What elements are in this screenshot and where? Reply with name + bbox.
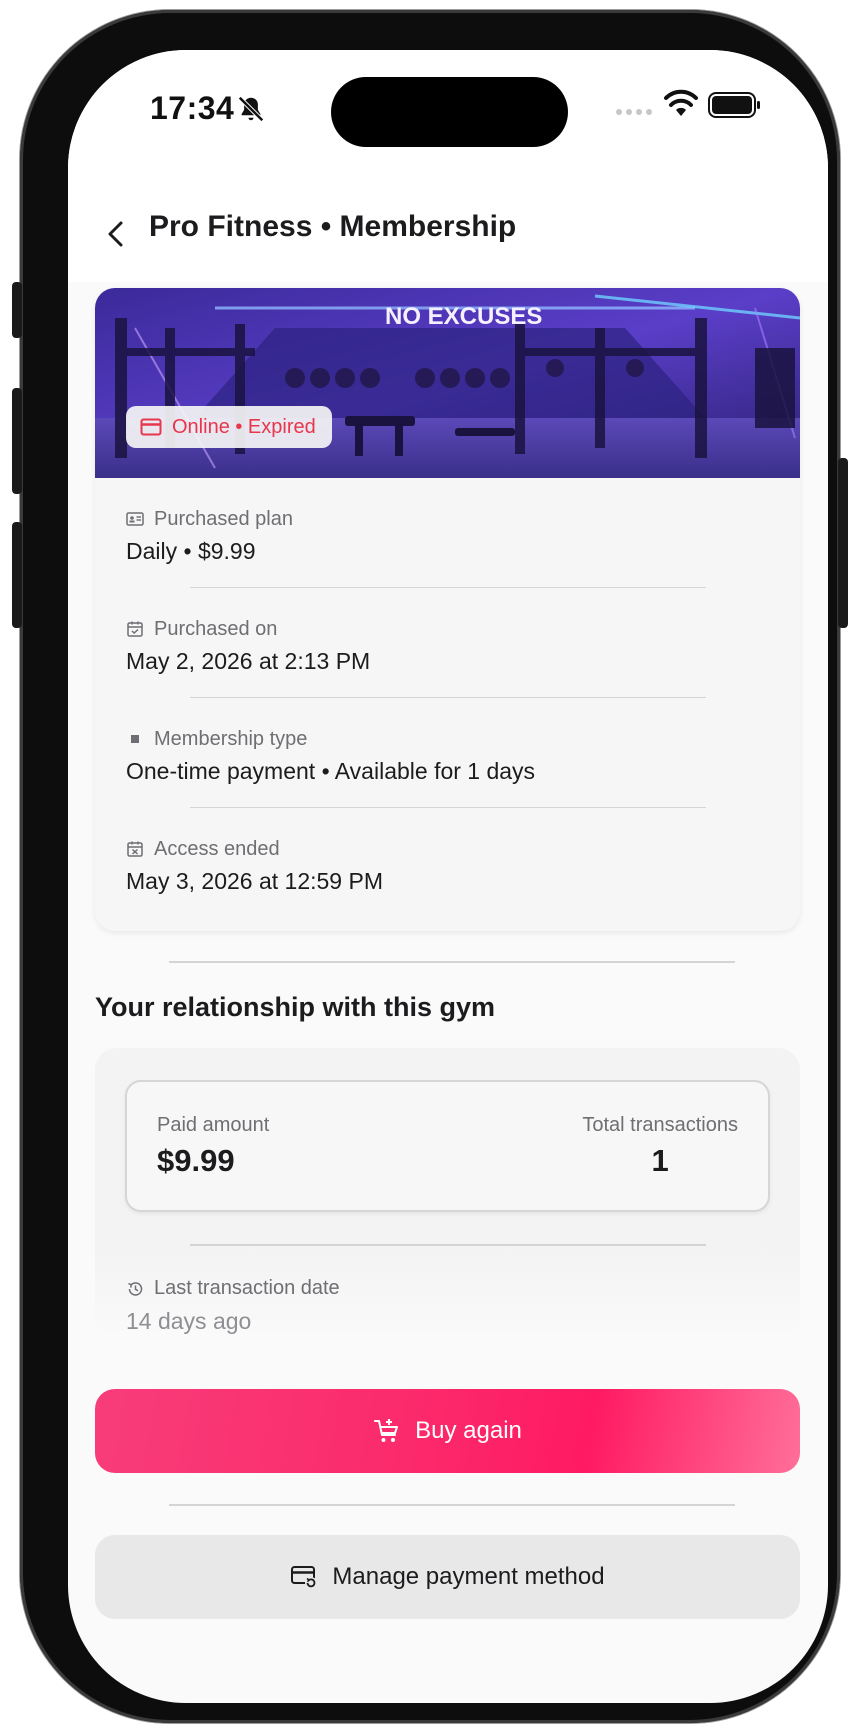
detail-purchased-on: Purchased on May 2, 2026 at 2:13 PM — [126, 588, 766, 698]
manage-payment-button[interactable]: Manage payment method — [95, 1535, 800, 1619]
volume-up-button — [12, 388, 22, 494]
status-badge-text: Online • Expired — [172, 415, 316, 438]
phone-frame: 17:34 Pro Fitness • Membership NO EXCUSE… — [12, 10, 848, 1723]
square-icon — [131, 735, 139, 743]
detail-label: Purchased plan — [154, 507, 293, 530]
relationship-panel: Paid amount $9.99 Total transactions 1 L… — [95, 1048, 800, 1338]
battery-icon — [708, 92, 760, 118]
detail-membership-type: Membership type One-time payment • Avail… — [126, 698, 766, 808]
gym-hero-image: NO EXCUSES Online • Expired — [95, 288, 800, 478]
calendar-check-icon — [127, 621, 143, 637]
paid-amount-value: $9.99 — [157, 1143, 235, 1178]
page-title: Pro Fitness • Membership — [149, 210, 517, 243]
total-transactions-value: 1 — [651, 1143, 669, 1178]
paid-amount-stat: Paid amount $9.99 — [157, 1114, 269, 1179]
screen: 17:34 Pro Fitness • Membership NO EXCUSE… — [68, 50, 828, 1703]
detail-value: May 2, 2026 at 2:13 PM — [126, 648, 371, 674]
total-transactions-stat: Total transactions 1 — [582, 1114, 738, 1179]
membership-card: NO EXCUSES Online • Expired Purchased pl… — [95, 288, 800, 931]
cart-plus-icon — [374, 1419, 399, 1442]
status-time: 17:34 — [150, 90, 235, 126]
calendar-x-icon — [127, 841, 143, 857]
credit-card-icon — [140, 418, 162, 436]
total-transactions-label: Total transactions — [582, 1114, 738, 1136]
detail-value: Daily • $9.99 — [126, 538, 256, 564]
last-transaction-value: 14 days ago — [126, 1308, 252, 1334]
detail-purchased-plan: Purchased plan Daily • $9.99 — [126, 478, 766, 588]
bell-off-icon — [238, 96, 264, 122]
relationship-title: Your relationship with this gym — [95, 992, 496, 1022]
chevron-left-icon — [108, 221, 123, 247]
detail-label: Purchased on — [154, 617, 278, 640]
detail-label: Access ended — [154, 837, 280, 860]
divider — [190, 1244, 706, 1246]
silent-switch — [12, 282, 22, 338]
detail-label: Membership type — [154, 727, 308, 750]
card-refresh-icon — [291, 1566, 318, 1589]
wifi-icon — [664, 89, 698, 116]
history-icon — [128, 1281, 143, 1296]
header: Pro Fitness • Membership — [68, 190, 828, 282]
back-button[interactable] — [94, 212, 138, 256]
cellular-signal-icon — [616, 109, 652, 115]
last-transaction: Last transaction date 14 days ago — [126, 1277, 340, 1335]
paid-amount-label: Paid amount — [157, 1114, 270, 1136]
status-badge: Online • Expired — [126, 406, 332, 448]
manage-payment-label: Manage payment method — [332, 1563, 605, 1590]
hero-sign-text: NO EXCUSES — [385, 303, 542, 330]
last-transaction-label: Last transaction date — [154, 1277, 340, 1299]
power-button — [838, 458, 848, 628]
membership-details: Purchased plan Daily • $9.99 Purchased o… — [126, 478, 766, 918]
detail-value: One-time payment • Available for 1 days — [126, 758, 536, 784]
id-card-icon — [126, 512, 144, 526]
dynamic-island — [331, 77, 568, 147]
detail-value: May 3, 2026 at 12:59 PM — [126, 868, 383, 894]
buy-again-button[interactable]: Buy again — [95, 1389, 800, 1473]
section-divider — [169, 961, 735, 963]
volume-down-button — [12, 522, 22, 628]
divider — [169, 1504, 735, 1506]
stats-box: Paid amount $9.99 Total transactions 1 — [125, 1080, 770, 1212]
detail-access-ended: Access ended May 3, 2026 at 12:59 PM — [126, 808, 766, 918]
status-bar: 17:34 — [68, 50, 828, 190]
buy-again-label: Buy again — [415, 1417, 522, 1444]
